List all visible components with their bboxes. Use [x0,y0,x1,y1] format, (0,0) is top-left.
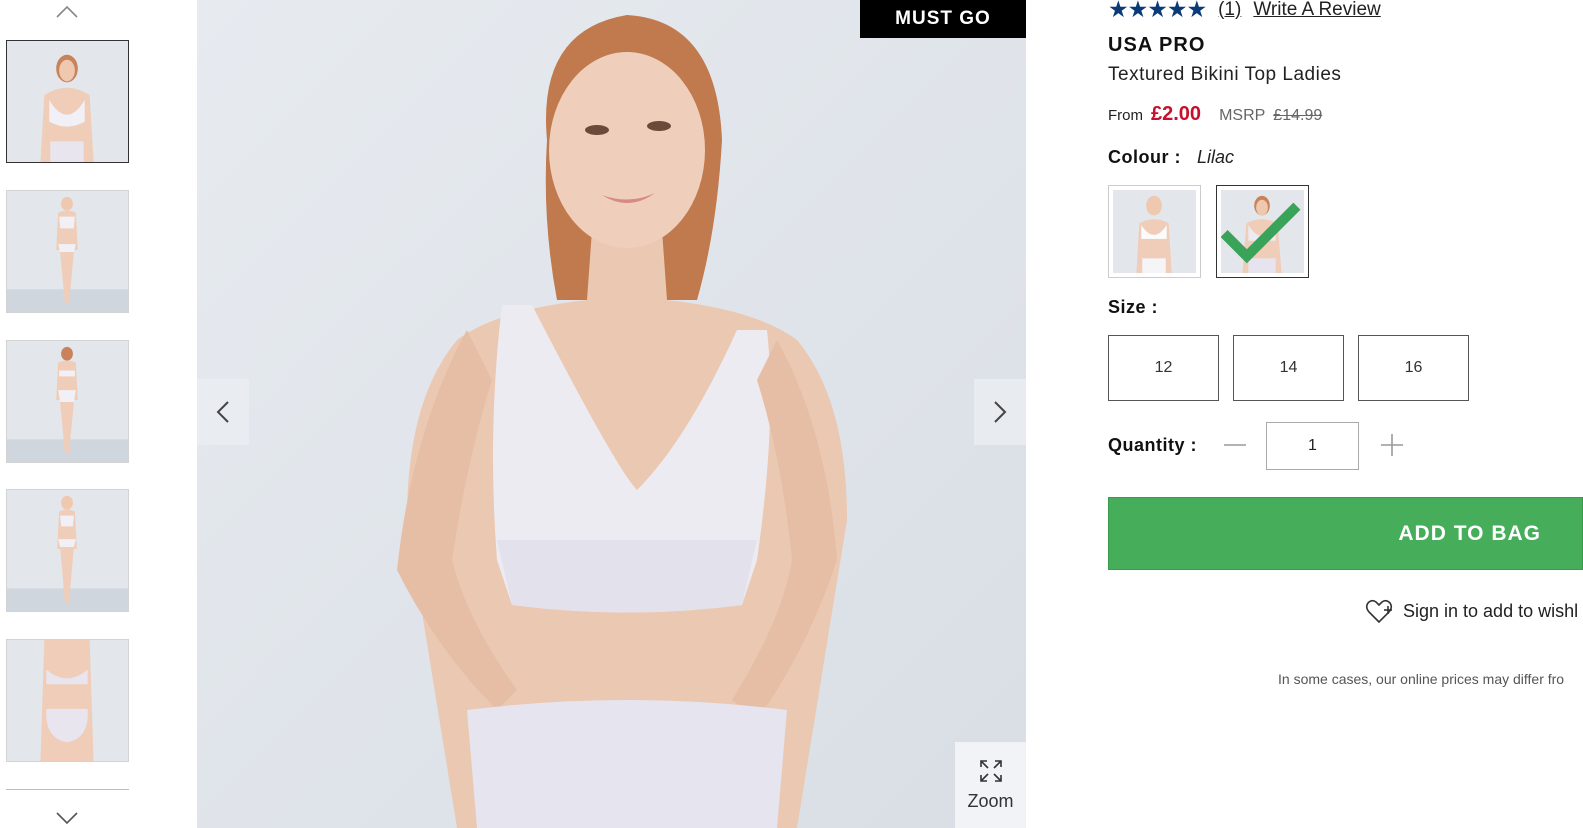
thumbnail-3[interactable] [6,340,129,463]
must-go-badge: MUST GO [860,0,1026,38]
thumbnail-2[interactable] [6,190,129,313]
size-label: Size : [1108,297,1159,317]
selected-colour: Lilac [1197,147,1235,167]
main-product-image[interactable]: MUST GO Zoom [197,0,1026,828]
add-to-bag-button[interactable]: ADD TO BAG [1108,497,1583,570]
star-rating: ★★★★★ [1108,0,1207,22]
expand-icon [979,759,1002,782]
product-info-panel: ★★★★★ (1) Write A Review USA PRO Texture… [1108,0,1583,828]
msrp-label: MSRP [1219,107,1266,124]
thumbnail-scroll-up-icon[interactable] [54,2,80,22]
check-icon [1220,202,1301,264]
price-disclaimer: In some cases, our online prices may dif… [1278,671,1565,687]
write-review-link[interactable]: Write A Review [1253,0,1380,21]
rating-row: ★★★★★ (1) Write A Review [1108,0,1381,23]
colour-swatch-white[interactable] [1108,185,1201,278]
colour-swatch-lilac[interactable] [1216,185,1309,278]
review-count-link[interactable]: (1) [1218,0,1241,21]
next-image-button[interactable] [974,379,1026,445]
heart-plus-icon [1365,599,1393,624]
colour-label: Colour : [1108,147,1181,167]
chevron-right-icon [994,401,1007,423]
quantity-label: Quantity : [1108,435,1197,455]
minus-icon[interactable] [1222,432,1248,458]
thumbnail-scroll-down-icon[interactable] [54,808,80,826]
wishlist-text: Sign in to add to wishl [1403,600,1579,621]
thumbnail-5[interactable] [6,639,129,762]
previous-image-button[interactable] [197,379,249,445]
current-price: £2.00 [1151,103,1202,125]
product-title: Textured Bikini Top Ladies [1108,64,1342,85]
quantity-input[interactable] [1266,422,1359,470]
price-from-label: From [1108,107,1143,124]
msrp-price: £14.99 [1273,107,1323,124]
thumbnail-1[interactable] [6,40,129,163]
zoom-button[interactable]: Zoom [955,742,1026,828]
size-option-12[interactable]: 12 [1108,335,1219,401]
thumbnail-rail-divider [6,789,129,790]
zoom-label: Zoom [967,790,1014,811]
product-photo [197,0,1026,828]
plus-icon[interactable] [1379,432,1405,458]
colour-row: Colour : Lilac [1108,147,1234,168]
size-option-14[interactable]: 14 [1233,335,1344,401]
price-row: From £2.00 MSRP £14.99 [1108,103,1322,126]
chevron-left-icon [216,401,229,423]
thumbnail-4[interactable] [6,489,129,612]
size-option-16[interactable]: 16 [1358,335,1469,401]
wishlist-link[interactable]: Sign in to add to wishl [1365,598,1578,624]
product-brand: USA PRO [1108,34,1206,56]
